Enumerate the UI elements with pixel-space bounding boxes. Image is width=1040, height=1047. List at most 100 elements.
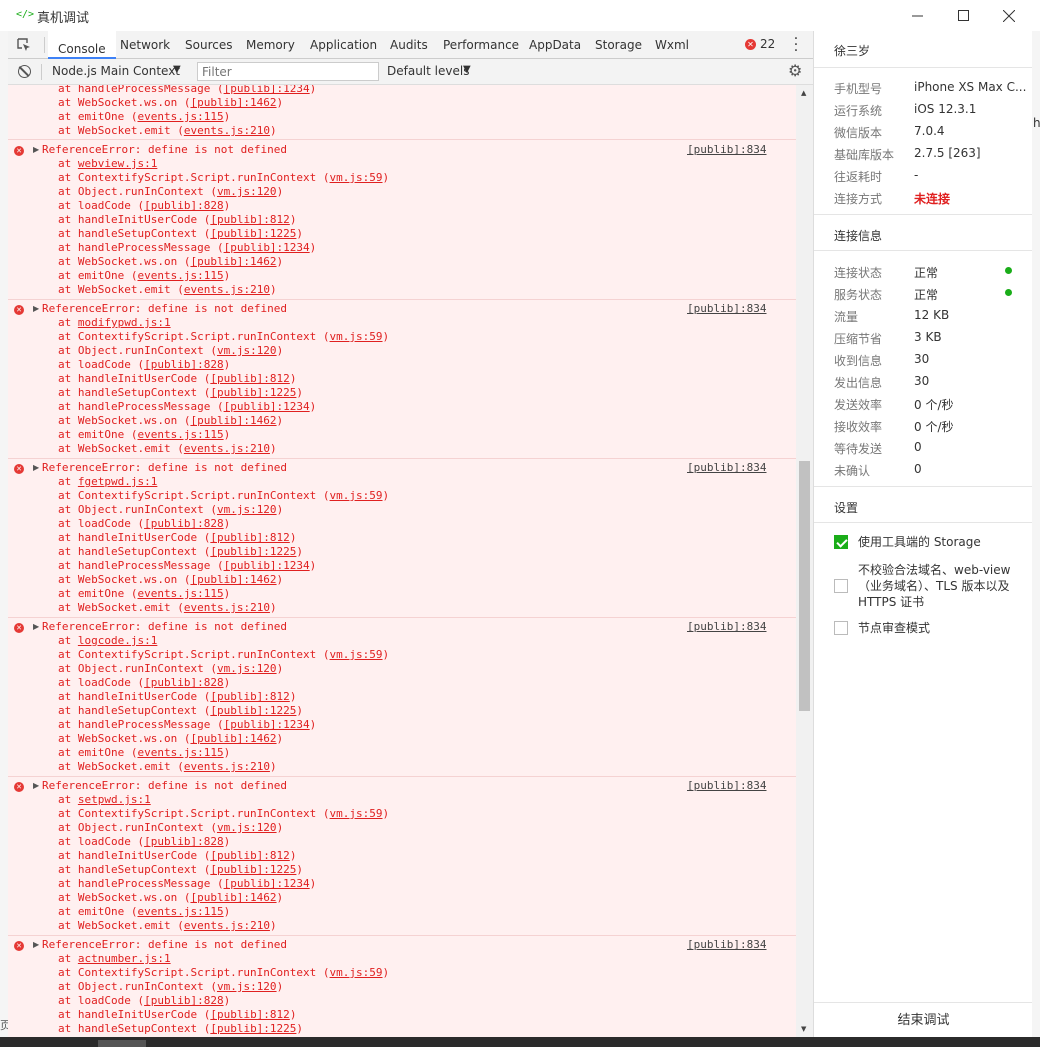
source-link[interactable]: [publib]:834 bbox=[687, 143, 766, 157]
tab-sources[interactable]: Sources bbox=[185, 38, 232, 52]
expand-triangle-icon[interactable]: ▶ bbox=[33, 940, 39, 949]
stack-link[interactable]: [publib]:1462 bbox=[190, 573, 276, 586]
stack-link[interactable]: events.js:115 bbox=[137, 746, 223, 759]
stack-link[interactable]: vm.js:59 bbox=[330, 171, 383, 184]
stack-link[interactable]: [publib]:812 bbox=[210, 849, 289, 862]
stack-link[interactable]: [publib]:828 bbox=[144, 517, 223, 530]
stack-link[interactable]: [publib]:1462 bbox=[190, 732, 276, 745]
stack-link[interactable]: vm.js:59 bbox=[330, 489, 383, 502]
stack-link[interactable]: vm.js:120 bbox=[217, 344, 277, 357]
stack-link[interactable]: events.js:115 bbox=[137, 587, 223, 600]
close-button[interactable] bbox=[986, 0, 1032, 31]
expand-triangle-icon[interactable]: ▶ bbox=[33, 463, 39, 472]
stack-link[interactable]: [publib]:828 bbox=[144, 199, 223, 212]
tab-memory[interactable]: Memory bbox=[246, 38, 295, 52]
stack-link[interactable]: events.js:210 bbox=[184, 124, 270, 137]
stack-link[interactable]: [publib]:1234 bbox=[224, 241, 310, 254]
stack-link[interactable]: fgetpwd.js:1 bbox=[78, 475, 157, 488]
filter-input[interactable] bbox=[197, 62, 379, 81]
tab-appdata[interactable]: AppData bbox=[529, 38, 581, 52]
stack-link[interactable]: [publib]:1225 bbox=[210, 704, 296, 717]
stack-link[interactable]: [publib]:1462 bbox=[190, 255, 276, 268]
scroll-down-icon[interactable]: ▼ bbox=[801, 1025, 806, 1033]
source-link[interactable]: [publib]:834 bbox=[687, 461, 766, 475]
tab-console[interactable]: Console bbox=[48, 31, 116, 59]
stack-link[interactable]: [publib]:828 bbox=[144, 676, 223, 689]
stack-link[interactable]: vm.js:120 bbox=[217, 185, 277, 198]
tab-application[interactable]: Application bbox=[310, 38, 377, 52]
stack-link[interactable]: webview.js:1 bbox=[78, 157, 157, 170]
skip-domain-check-checkbox[interactable] bbox=[834, 579, 848, 593]
stack-link[interactable]: actnumber.js:1 bbox=[78, 952, 171, 965]
scroll-up-icon[interactable]: ▲ bbox=[801, 89, 806, 97]
stack-link[interactable]: events.js:115 bbox=[137, 269, 223, 282]
caret-down-icon[interactable]: ▼ bbox=[463, 64, 471, 75]
caret-down-icon[interactable]: ▼ bbox=[173, 64, 181, 75]
stack-link[interactable]: [publib]:1234 bbox=[224, 400, 310, 413]
stack-link[interactable]: [publib]:828 bbox=[144, 835, 223, 848]
stack-link[interactable]: [publib]:1462 bbox=[190, 96, 276, 109]
maximize-button[interactable] bbox=[940, 0, 986, 31]
stack-link[interactable]: [publib]:1462 bbox=[190, 891, 276, 904]
source-link[interactable]: [publib]:834 bbox=[687, 302, 766, 316]
stack-link[interactable]: [publib]:1225 bbox=[210, 1022, 296, 1035]
stack-link[interactable]: [publib]:812 bbox=[210, 531, 289, 544]
expand-triangle-icon[interactable]: ▶ bbox=[33, 781, 39, 790]
tab-audits[interactable]: Audits bbox=[390, 38, 428, 52]
stack-link[interactable]: [publib]:1225 bbox=[210, 386, 296, 399]
expand-triangle-icon[interactable]: ▶ bbox=[33, 304, 39, 313]
node-inspect-checkbox[interactable] bbox=[834, 621, 848, 635]
tab-network[interactable]: Network bbox=[120, 38, 170, 52]
stack-link[interactable]: [publib]:1234 bbox=[224, 559, 310, 572]
stack-link[interactable]: events.js:115 bbox=[137, 905, 223, 918]
stack-link[interactable]: [publib]:1225 bbox=[210, 227, 296, 240]
stack-link[interactable]: [publib]:812 bbox=[210, 690, 289, 703]
context-select[interactable]: Node.js Main Context bbox=[52, 64, 180, 78]
stack-link[interactable]: [publib]:828 bbox=[144, 994, 223, 1007]
source-link[interactable]: [publib]:834 bbox=[687, 620, 766, 634]
stack-link[interactable]: [publib]:1234 bbox=[224, 877, 310, 890]
stack-link[interactable]: vm.js:120 bbox=[217, 503, 277, 516]
stack-link[interactable]: events.js:115 bbox=[137, 110, 223, 123]
source-link[interactable]: [publib]:834 bbox=[687, 938, 766, 952]
stack-link[interactable]: vm.js:120 bbox=[217, 821, 277, 834]
inspect-element-icon[interactable] bbox=[16, 37, 32, 53]
stack-link[interactable]: events.js:115 bbox=[137, 428, 223, 441]
tab-storage[interactable]: Storage bbox=[595, 38, 642, 52]
scrollbar[interactable]: ▲ ▼ bbox=[796, 85, 813, 1037]
log-levels-select[interactable]: Default levels bbox=[387, 64, 469, 78]
stack-link[interactable]: [publib]:812 bbox=[210, 213, 289, 226]
stack-link[interactable]: vm.js:59 bbox=[330, 966, 383, 979]
stack-link[interactable]: logcode.js:1 bbox=[78, 634, 157, 647]
expand-triangle-icon[interactable]: ▶ bbox=[33, 145, 39, 154]
stack-link[interactable]: vm.js:59 bbox=[330, 648, 383, 661]
clear-console-icon[interactable] bbox=[18, 65, 31, 78]
stack-link[interactable]: [publib]:1234 bbox=[224, 85, 310, 95]
stack-link[interactable]: vm.js:120 bbox=[217, 980, 277, 993]
stack-link[interactable]: vm.js:59 bbox=[330, 807, 383, 820]
stack-link[interactable]: events.js:210 bbox=[184, 442, 270, 455]
stack-link[interactable]: modifypwd.js:1 bbox=[78, 316, 171, 329]
stack-link[interactable]: setpwd.js:1 bbox=[78, 793, 151, 806]
stack-link[interactable]: events.js:210 bbox=[184, 601, 270, 614]
stack-link[interactable]: vm.js:59 bbox=[330, 330, 383, 343]
stack-link[interactable]: events.js:210 bbox=[184, 283, 270, 296]
gear-icon[interactable]: ⚙ bbox=[788, 61, 802, 80]
tab-wxml[interactable]: Wxml bbox=[655, 38, 689, 52]
stack-link[interactable]: [publib]:1225 bbox=[210, 545, 296, 558]
stack-link[interactable]: events.js:210 bbox=[184, 919, 270, 932]
stack-link[interactable]: [publib]:812 bbox=[210, 1008, 289, 1021]
stack-link[interactable]: [publib]:1234 bbox=[224, 718, 310, 731]
stack-link[interactable]: [publib]:828 bbox=[144, 358, 223, 371]
source-link[interactable]: [publib]:834 bbox=[687, 779, 766, 793]
taskbar-item[interactable] bbox=[98, 1040, 146, 1047]
stack-link[interactable]: events.js:210 bbox=[184, 760, 270, 773]
stack-link[interactable]: [publib]:812 bbox=[210, 372, 289, 385]
scrollbar-thumb[interactable] bbox=[799, 461, 810, 711]
expand-triangle-icon[interactable]: ▶ bbox=[33, 622, 39, 631]
stack-link[interactable]: vm.js:120 bbox=[217, 662, 277, 675]
end-debug-button[interactable]: 结束调试 bbox=[814, 1002, 1033, 1037]
more-options-icon[interactable]: · · · bbox=[792, 32, 800, 58]
tab-performance[interactable]: Performance bbox=[443, 38, 519, 52]
minimize-button[interactable] bbox=[894, 0, 940, 31]
